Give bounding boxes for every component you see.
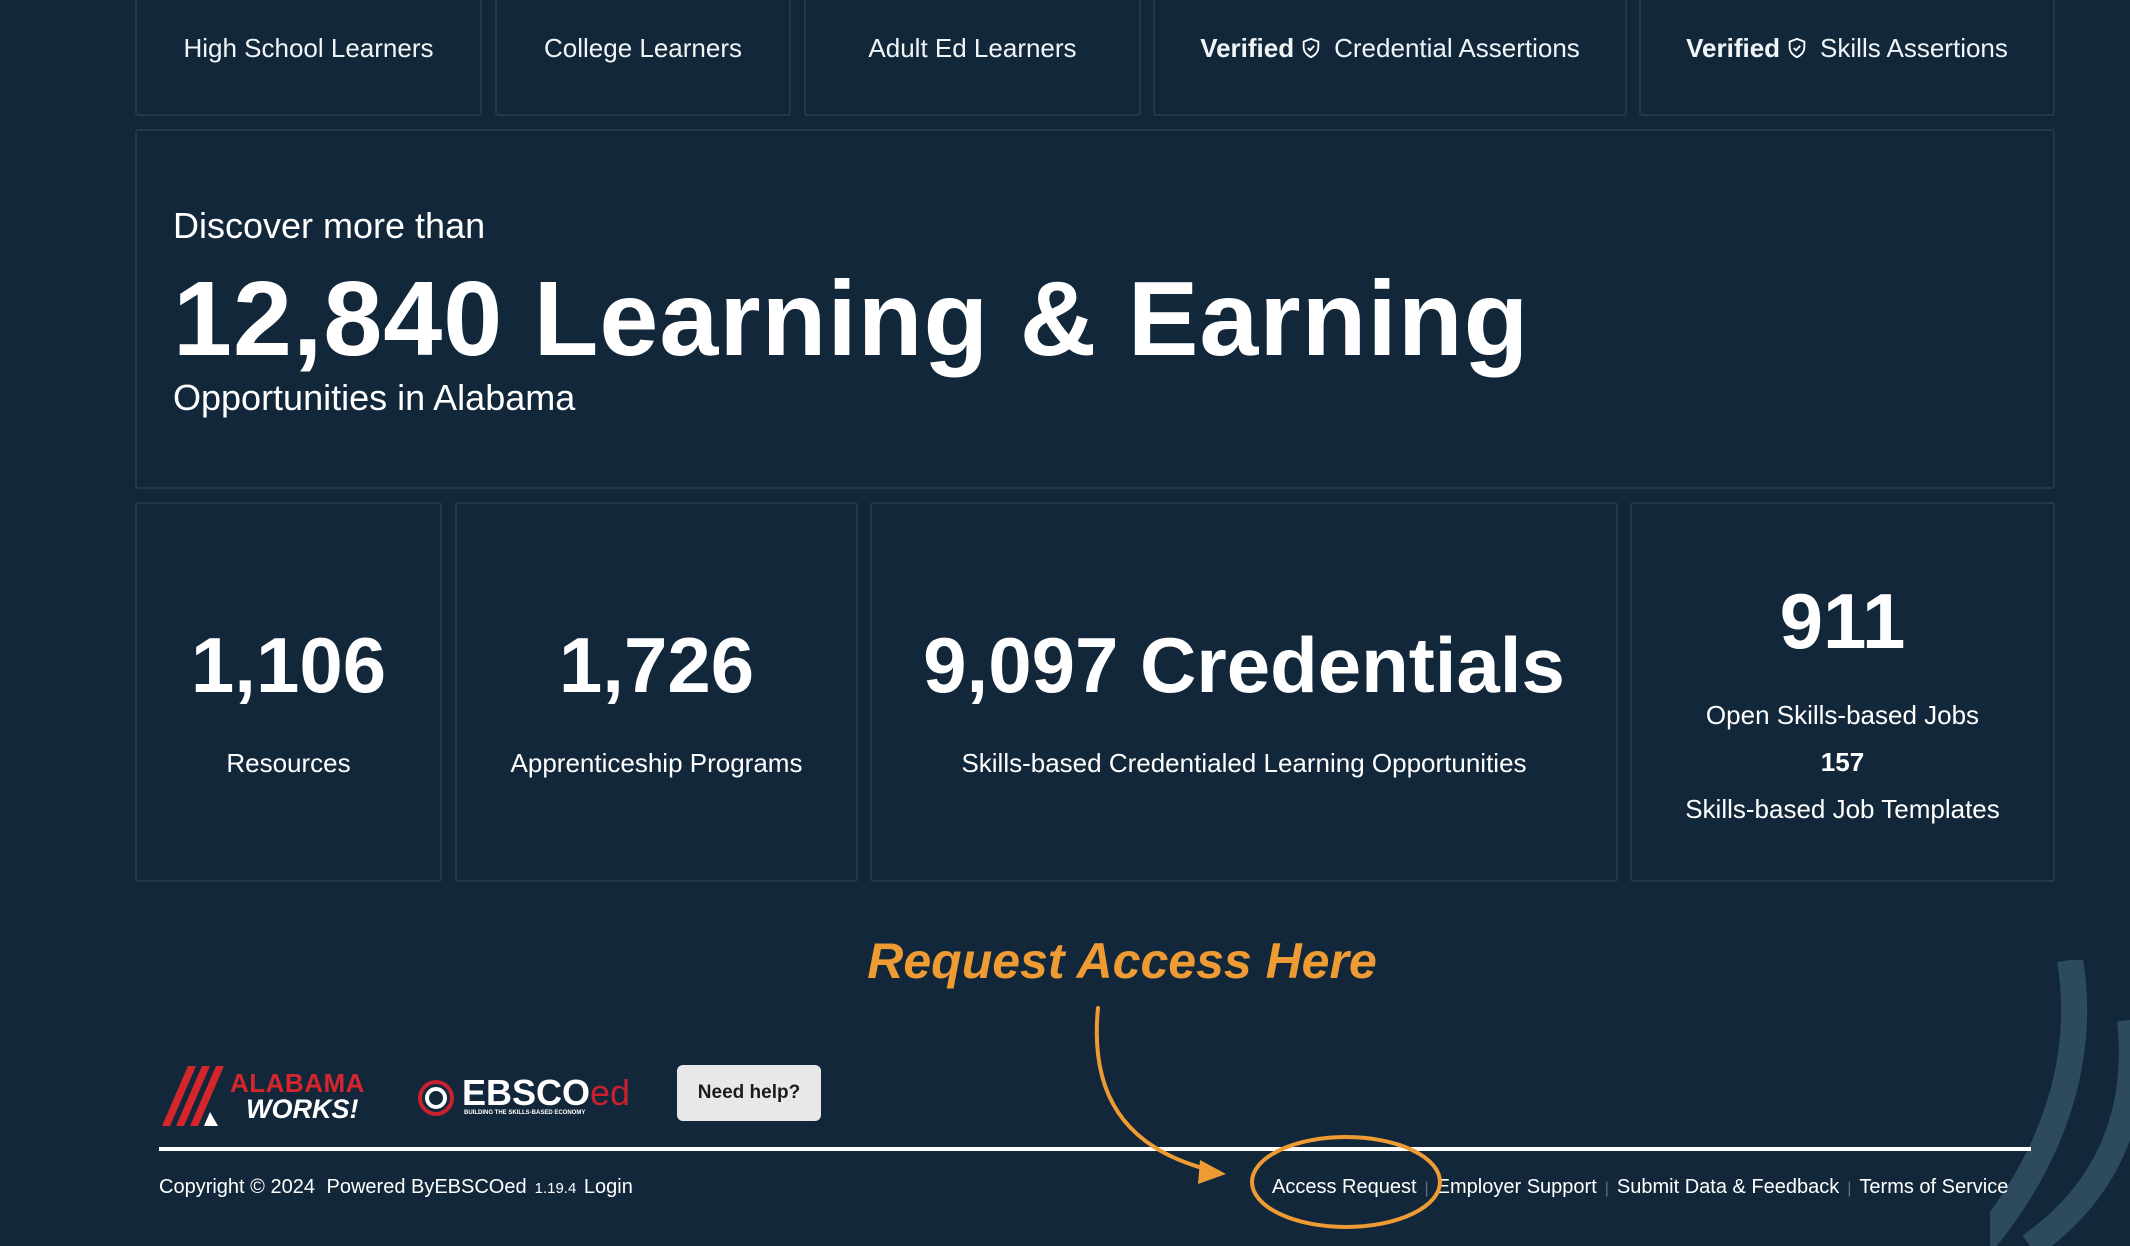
tab-skills-assertions[interactable]: Verified Skills Assertions [1639, 0, 2055, 116]
alabama-works-line2: WORKS! [246, 1094, 359, 1124]
stat-jobs[interactable]: 911 Open Skills-based Jobs 157 Skills-ba… [1630, 502, 2055, 882]
hero-subtitle: Opportunities in Alabama [173, 377, 576, 418]
tab-high-school-learners[interactable]: High School Learners [135, 0, 482, 116]
stat-credentials[interactable]: 9,097 Credentials Skills-based Credentia… [870, 502, 1618, 882]
decorative-arcs [1990, 960, 2130, 1246]
copyright-text: Copyright © 2024 [159, 1176, 315, 1198]
employer-support-link[interactable]: Employer Support [1437, 1176, 1597, 1198]
arrowhead-icon [1198, 1160, 1226, 1184]
verified-label: Verified [1200, 32, 1295, 63]
terms-of-service-link[interactable]: Terms of Service [1859, 1176, 2008, 1198]
stat-resources[interactable]: 1,106 Resources [135, 502, 442, 882]
verified-label: Verified [1686, 32, 1781, 63]
stat-secondary-label: Skills-based Job Templates [1685, 794, 2000, 824]
footer-divider [159, 1147, 2031, 1151]
access-request-link[interactable]: Access Request [1272, 1176, 1417, 1198]
tab-college-learners[interactable]: College Learners [495, 0, 791, 116]
hero-intro: Discover more than [173, 205, 486, 246]
tab-label: Credential Assertions [1334, 32, 1580, 63]
footer-separator: | [1604, 1180, 1609, 1197]
shield-check-icon [1786, 37, 1808, 59]
ebsco-tagline: BUILDING THE SKILLS-BASED ECONOMY [464, 1110, 586, 1116]
tab-label: Adult Ed Learners [868, 32, 1077, 63]
powered-by-text: Powered ByEBSCOed [326, 1176, 527, 1198]
submit-data-feedback-link[interactable]: Submit Data & Feedback [1617, 1176, 1839, 1198]
tab-adult-ed-learners[interactable]: Adult Ed Learners [804, 0, 1141, 116]
stat-secondary-value: 157 [1820, 747, 1865, 777]
hero-headline: 12,840 Learning & Earning [173, 260, 1530, 378]
login-link[interactable]: Login [584, 1176, 633, 1198]
tab-label: High School Learners [183, 32, 434, 63]
alabama-works-logo[interactable]: ALABAMA WORKS! [158, 1064, 368, 1128]
ebsco-main-text: EBSCO [462, 1072, 591, 1113]
shield-check-icon [1300, 37, 1322, 59]
ebsco-swirl-icon [418, 1080, 454, 1116]
ebsco-ed-logo[interactable]: EBSCOed BUILDING THE SKILLS-BASED ECONOM… [416, 1072, 631, 1122]
ebsco-suffix-text: ed [590, 1072, 631, 1113]
footer-separator: | [1847, 1180, 1852, 1197]
stat-label: Apprenticeship Programs [510, 748, 803, 778]
footer-separator: | [1424, 1180, 1429, 1197]
request-access-callout: Request Access Here [867, 933, 1377, 989]
footer-links: Access Request | Employer Support | Submit D… [1272, 1176, 2008, 1199]
tab-credential-assertions[interactable]: Verified Credential Assertions [1153, 0, 1627, 116]
stat-value: 9,097 Credentials [923, 621, 1565, 709]
footer-left: Copyright © 2024 Powered ByEBSCOed 1.19.4… [159, 1176, 639, 1199]
stat-value: 911 [1779, 577, 1906, 665]
stat-label: Skills-based Credentialed Learning Oppor… [961, 748, 1527, 778]
version-text: 1.19.4 [534, 1180, 577, 1197]
stat-value: 1,106 [190, 621, 387, 709]
hero-panel: Discover more than 12,840 Learning & Ear… [135, 129, 2055, 489]
alabama-works-mark [162, 1066, 224, 1126]
tab-label: College Learners [543, 32, 742, 63]
stat-apprenticeship-programs[interactable]: 1,726 Apprenticeship Programs [455, 502, 858, 882]
stat-value: 1,726 [558, 621, 755, 709]
stat-label: Resources [226, 748, 351, 778]
stat-label: Open Skills-based Jobs [1705, 700, 1980, 730]
tab-label: Skills Assertions [1820, 32, 2008, 63]
need-help-button[interactable]: Need help? [677, 1065, 821, 1121]
